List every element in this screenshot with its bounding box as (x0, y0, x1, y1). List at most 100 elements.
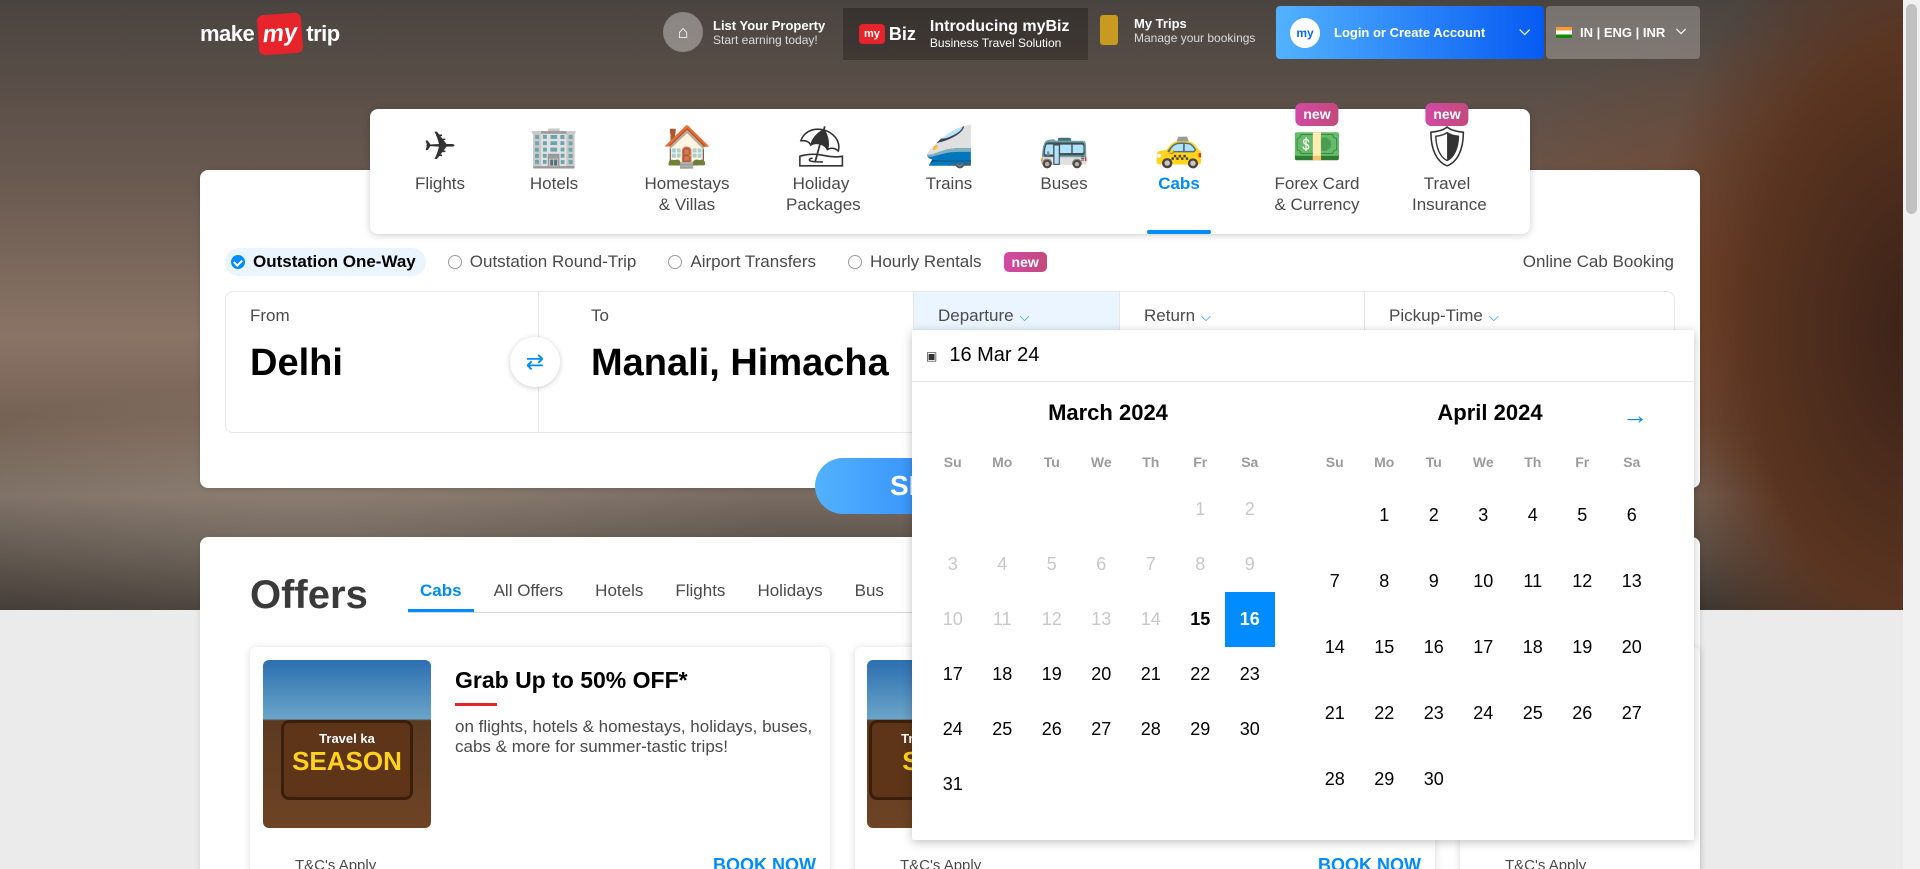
nav-trains[interactable]: 🚄 Trains (889, 121, 1009, 194)
calendar-day[interactable]: 26 (1027, 702, 1077, 757)
calendar-day[interactable]: 27 (1077, 702, 1127, 757)
calendar-day[interactable]: 13 (1607, 548, 1657, 614)
calendar-day[interactable]: 9 (1409, 548, 1459, 614)
calendar-day[interactable]: 24 (928, 702, 978, 757)
date-input[interactable]: ▣ 16 Mar 24 (912, 330, 1694, 382)
trip-type-label: Hourly Rentals (870, 252, 982, 271)
calendar-day[interactable]: 16 (1409, 614, 1459, 680)
calendar-day[interactable]: 25 (978, 702, 1028, 757)
swap-icon[interactable]: ⇄ (510, 337, 560, 387)
weekday-label: Th (1142, 454, 1160, 470)
calendar-day[interactable]: 3 (1459, 482, 1509, 548)
trip-type-airport-transfers[interactable]: Airport Transfers (662, 248, 826, 276)
calendar-day[interactable]: 30 (1225, 702, 1275, 757)
calendar-day[interactable]: 7 (1310, 548, 1360, 614)
to-label: To (591, 306, 609, 325)
calendar-day[interactable]: 2 (1409, 482, 1459, 548)
nav-holiday-packages[interactable]: ⛱ Holiday Packages (761, 121, 881, 215)
calendar-day[interactable]: 5 (1558, 482, 1608, 548)
calendar-day[interactable]: 16 (1225, 592, 1275, 647)
calendar-day[interactable]: 20 (1607, 614, 1657, 680)
from-field[interactable]: From Delhi (226, 292, 539, 432)
mybiz-link[interactable]: my Biz Introducing myBiz Business Travel… (843, 8, 1088, 60)
calendar-day[interactable]: 12 (1558, 548, 1608, 614)
calendar-day[interactable]: 23 (1409, 680, 1459, 746)
calendar-day[interactable]: 10 (1459, 548, 1509, 614)
calendar-day[interactable]: 25 (1508, 680, 1558, 746)
nav-buses[interactable]: 🚌 Buses (1004, 121, 1124, 194)
my-trips-subtitle: Manage your bookings (1134, 30, 1256, 45)
calendar-blank (1027, 482, 1077, 537)
calendar-day[interactable]: 1 (1360, 482, 1410, 548)
suitcase-icon (1100, 15, 1118, 45)
nav-homestays[interactable]: 🏠 Homestays & Villas (622, 121, 752, 215)
calendar-day[interactable]: 22 (1176, 647, 1226, 702)
makemytrip-logo[interactable]: make my trip (200, 12, 340, 56)
calendar-day[interactable]: 22 (1360, 680, 1410, 746)
calendar-day[interactable]: 26 (1558, 680, 1608, 746)
calendar-day[interactable]: 4 (1508, 482, 1558, 548)
offer-tab-holidays[interactable]: Holidays (745, 581, 834, 612)
calendar-day[interactable]: 27 (1607, 680, 1657, 746)
offer-card[interactable]: Travel ka SEASON Grab Up to 50% OFF* on … (250, 647, 830, 869)
scroll-thumb[interactable] (1906, 4, 1917, 214)
book-now-link[interactable]: BOOK NOW (1318, 855, 1421, 869)
calendar-day[interactable]: 14 (1310, 614, 1360, 680)
day-grid: 1 2 3 4 5 6 7 8 9 10 11 12 13 14 15 16 17 18 19 20 21 22 23 24 2… (928, 482, 1288, 812)
new-badge: new (1295, 103, 1339, 126)
calendar-day[interactable]: 18 (1508, 614, 1558, 680)
trip-type-hourly-rentals[interactable]: Hourly Rentals (842, 248, 992, 276)
chevron-down-icon: ⌵ (1519, 22, 1530, 38)
calendar-day[interactable]: 11 (1508, 548, 1558, 614)
offer-tab-all-offers[interactable]: All Offers (482, 581, 576, 612)
trip-type-label: Outstation Round-Trip (469, 252, 637, 271)
trip-type-outstation-round-trip[interactable]: Outstation Round-Trip (442, 248, 647, 276)
calendar-day[interactable]: 18 (978, 647, 1028, 702)
my-trips-link[interactable]: My Trips Manage your bookings (1100, 15, 1255, 45)
offer-tab-hotels[interactable]: Hotels (583, 581, 655, 612)
calendar-day[interactable]: 8 (1360, 548, 1410, 614)
calendar-day[interactable]: 21 (1310, 680, 1360, 746)
calendar-day[interactable]: 28 (1126, 702, 1176, 757)
calendar-day[interactable]: 23 (1225, 647, 1275, 702)
calendar-day[interactable]: 28 (1310, 746, 1360, 812)
calendar-day[interactable]: 15 (1176, 592, 1226, 647)
list-property-link[interactable]: ⌂ List Your Property Start earning today… (663, 12, 825, 52)
nav-flights[interactable]: ✈ Flights (380, 121, 500, 194)
calendar-day[interactable]: 17 (928, 647, 978, 702)
list-property-title: List Your Property (713, 17, 826, 33)
offer-tab-flights[interactable]: Flights (663, 581, 737, 612)
mybiz-title: Introducing myBiz (929, 18, 1070, 35)
nav-hotels[interactable]: 🏢 Hotels (494, 121, 614, 194)
calendar-day[interactable]: 20 (1077, 647, 1127, 702)
calendar-day[interactable]: 15 (1360, 614, 1410, 680)
calendar-day[interactable]: 29 (1360, 746, 1410, 812)
book-now-link[interactable]: BOOK NOW (713, 855, 816, 869)
nav-forex[interactable]: new 💵 Forex Card & Currency (1247, 103, 1387, 215)
offer-tab-cabs[interactable]: Cabs (408, 581, 474, 612)
locale-selector[interactable]: IN | ENG | INR ⌵ (1546, 6, 1700, 59)
nav-cabs[interactable]: 🚕 Cabs (1119, 121, 1239, 234)
next-month-arrow-icon[interactable]: → (1622, 400, 1648, 431)
calendar-day: 4 (997, 554, 1008, 574)
trip-type-outstation-one-way[interactable]: Outstation One-Way (225, 248, 426, 276)
calendar-day[interactable]: 29 (1176, 702, 1226, 757)
calendar-day[interactable]: 6 (1607, 482, 1657, 548)
weekday-label: Tu (1043, 454, 1060, 470)
pickup-time-label: Pickup-Time (1389, 306, 1483, 325)
calendar-day[interactable]: 30 (1409, 746, 1459, 812)
login-button[interactable]: my Login or Create Account ⌵ (1276, 6, 1544, 59)
calendar-day[interactable]: 31 (928, 757, 978, 812)
calendar-day[interactable]: 19 (1558, 614, 1608, 680)
calendar-day[interactable]: 17 (1459, 614, 1509, 680)
radio-icon (668, 255, 683, 269)
calendar-day[interactable]: 24 (1459, 680, 1509, 746)
from-value: Delhi (250, 342, 343, 384)
calendar-day[interactable]: 21 (1126, 647, 1176, 702)
to-field[interactable]: To Manali, Himachal Pradesh (539, 292, 914, 432)
weekday-label: Tu (1425, 454, 1442, 470)
page-scrollbar[interactable] (1903, 0, 1920, 869)
offer-tab-bus[interactable]: Bus (843, 581, 896, 612)
calendar-day[interactable]: 19 (1027, 647, 1077, 702)
nav-travel-insurance[interactable]: new 🛡 Travel Insurance (1387, 103, 1507, 215)
